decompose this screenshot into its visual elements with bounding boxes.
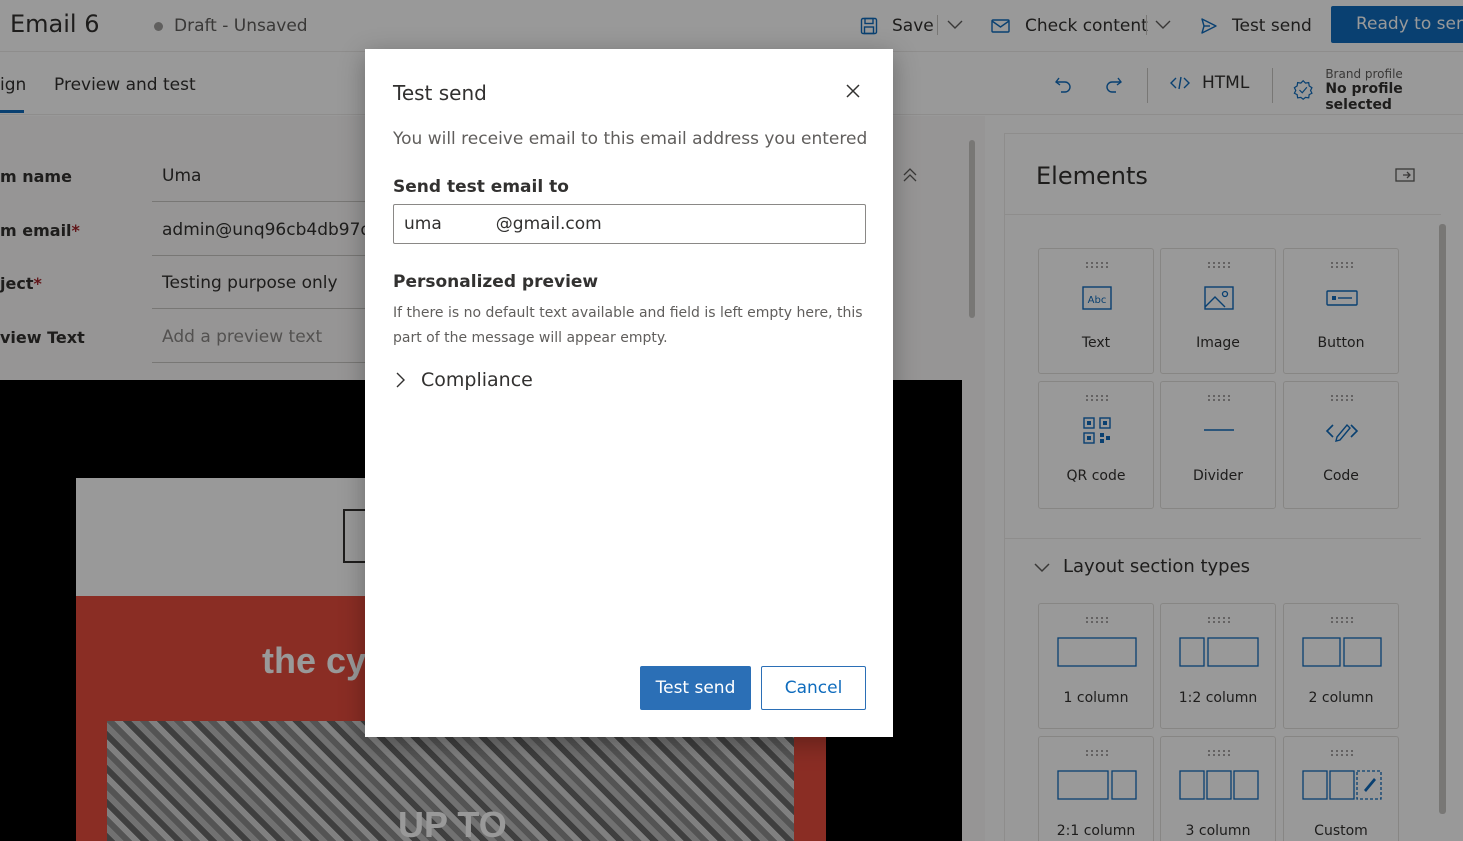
compliance-expander[interactable]: Compliance <box>393 369 533 391</box>
send-to-label: Send test email to <box>393 177 569 197</box>
test-send-dialog: Test send You will receive email to this… <box>365 49 893 737</box>
personalized-preview-help: If there is no default text available an… <box>393 305 863 346</box>
close-icon[interactable] <box>842 80 864 102</box>
test-email-input[interactable] <box>393 204 866 244</box>
dialog-subtitle: You will receive email to this email add… <box>393 129 868 149</box>
compliance-label: Compliance <box>421 369 533 391</box>
cancel-button[interactable]: Cancel <box>761 666 866 710</box>
chevron-right-icon <box>396 372 405 388</box>
personalized-preview-label: Personalized preview <box>393 272 599 292</box>
dialog-title: Test send <box>393 81 487 105</box>
test-send-button[interactable]: Test send <box>640 666 751 710</box>
